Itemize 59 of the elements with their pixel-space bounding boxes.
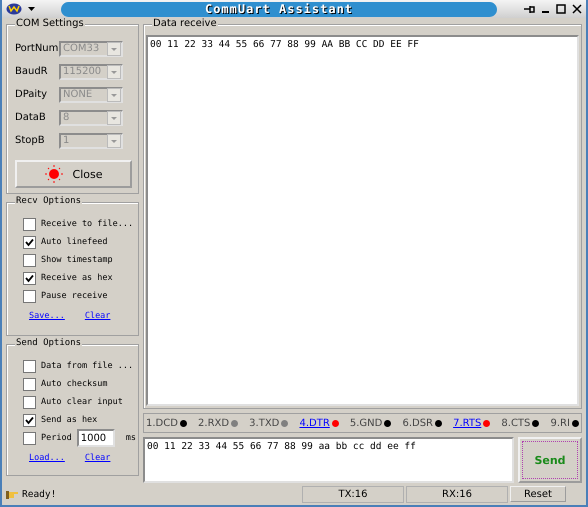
checkbox-label: Pause receive (41, 291, 108, 301)
pin-label: 9.RI (550, 418, 579, 429)
group-title: Data receive (152, 18, 218, 29)
pin-link[interactable]: 4.DTR (299, 418, 339, 429)
send-button[interactable]: Send (518, 437, 582, 483)
hand-pointer-icon (6, 489, 20, 499)
link[interactable]: Clear (84, 453, 110, 463)
checkbox-label: Auto linefeed (41, 237, 108, 247)
checkbox-label: Data from file ... (41, 361, 134, 371)
rx-counter: RX:16 (406, 486, 508, 502)
dropdown-caret-icon[interactable] (28, 7, 35, 11)
field-label: DPaity (15, 89, 48, 100)
checkbox[interactable] (23, 236, 36, 248)
checkbox-label: Receive to file... (41, 219, 134, 229)
checkbox-label: Auto clear input (41, 397, 123, 407)
close-port-button[interactable]: Close (15, 160, 132, 188)
pin-link[interactable]: 7.RTS (453, 418, 490, 429)
pin-label: 3.TXD (249, 418, 288, 429)
checkbox[interactable] (23, 396, 36, 408)
link[interactable]: Load... (29, 453, 65, 463)
tx-counter: TX:16 (302, 486, 404, 502)
checkbox[interactable] (23, 218, 36, 230)
field-label: PortNum (15, 43, 59, 54)
pin-label: 2.RXD (198, 418, 238, 429)
status-text: Ready! (22, 488, 58, 500)
checkbox-label: Send as hex (41, 415, 98, 425)
unit-label: ms (126, 433, 136, 443)
close-icon[interactable] (572, 4, 582, 14)
checkbox[interactable] (23, 290, 36, 302)
checkbox[interactable] (23, 272, 36, 284)
field-label: StopB (15, 135, 46, 146)
app-logo-icon[interactable] (6, 3, 22, 15)
group-title: Send Options (15, 338, 82, 348)
send-input-field[interactable]: 00 11 22 33 44 55 66 77 88 99 aa bb cc dd ee ff (143, 437, 514, 483)
group-title: COM Settings (15, 18, 85, 29)
link[interactable]: Save... (29, 311, 65, 321)
pin-icon[interactable] (523, 4, 535, 14)
window-title: CommUart Assistant (204, 2, 354, 16)
pin-label: 1.DCD (146, 418, 187, 429)
field-label: DataB (15, 112, 47, 123)
checkbox[interactable] (23, 432, 36, 444)
checkbox-label: Receive as hex (41, 273, 113, 283)
reset-button[interactable]: Reset (510, 486, 566, 502)
checkbox[interactable] (23, 254, 36, 266)
maximize-icon[interactable] (556, 4, 566, 14)
receive-text-area[interactable]: 00 11 22 33 44 55 66 77 88 99 AA BB CC DD EE FF (146, 35, 579, 406)
pin-label: 5.GND (350, 418, 392, 429)
field-label: BaudR (15, 66, 49, 77)
group-title: Recv Options (15, 196, 82, 206)
checkbox[interactable] (23, 414, 36, 426)
pin-label: 6.DSR (402, 418, 442, 429)
checkbox-label: Auto checksum (41, 379, 108, 389)
pin-label: 8.CTS (501, 418, 540, 429)
link[interactable]: Clear (84, 311, 110, 321)
checkbox-label: Show timestamp (41, 255, 113, 265)
period-field[interactable]: 1000 (76, 429, 115, 447)
checkbox[interactable] (23, 378, 36, 390)
checkbox-label: Period (41, 433, 72, 443)
checkbox[interactable] (23, 360, 36, 372)
